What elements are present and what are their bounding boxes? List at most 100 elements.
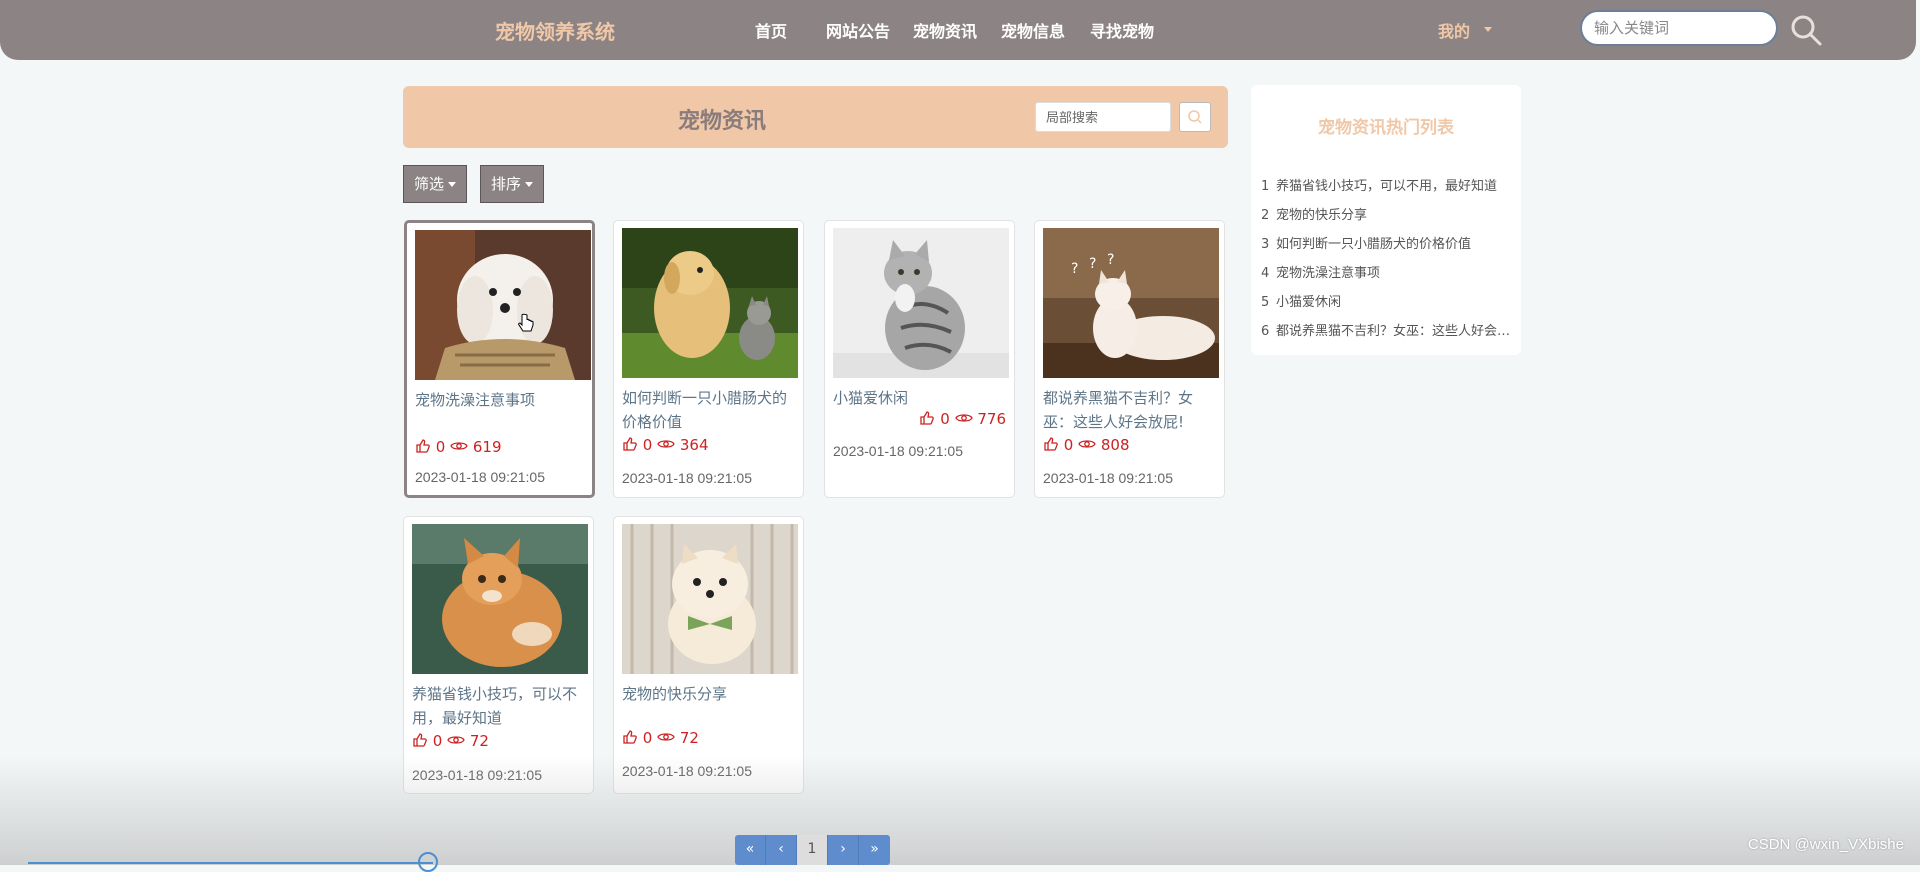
hot-list-rank: 5 — [1261, 295, 1270, 310]
eye-icon — [1078, 440, 1096, 448]
search-input[interactable] — [1580, 10, 1778, 46]
news-card[interactable]: 养猫省钱小技巧，可以不用，最好知道 0 72 2023-01-18 09:21:… — [403, 516, 594, 794]
like-count: 0 — [1063, 436, 1074, 454]
card-title[interactable]: 宠物洗澡注意事项 — [415, 388, 591, 412]
svg-text:?: ? — [1089, 256, 1096, 272]
eye-icon — [450, 442, 468, 450]
page-first-button[interactable]: « — [735, 835, 766, 865]
thumbs-up-icon[interactable] — [622, 436, 638, 452]
card-title[interactable]: 宠物的快乐分享 — [622, 682, 798, 706]
like-count: 0 — [940, 410, 950, 428]
thumbs-up-icon[interactable] — [415, 438, 431, 454]
user-menu[interactable]: 我的 — [1438, 18, 1470, 42]
hot-list-item[interactable]: 2 宠物的快乐分享 — [1261, 204, 1513, 223]
hot-list-item[interactable]: 4 宠物洗澡注意事项 — [1261, 262, 1513, 281]
top-navbar: 宠物领养系统 首页 网站公告 宠物资讯 宠物信息 寻找宠物 我的 — [0, 0, 1916, 60]
page-prev-button[interactable]: ‹ — [766, 835, 797, 865]
nav-home[interactable]: 首页 — [755, 18, 787, 42]
thumbs-up-icon[interactable] — [919, 410, 935, 426]
progress-knob[interactable] — [418, 852, 438, 872]
eye-icon — [447, 736, 465, 744]
view-count: 364 — [679, 436, 709, 454]
hot-list-rank: 6 — [1261, 324, 1270, 339]
card-date: 2023-01-18 09:21:05 — [622, 763, 752, 779]
card-stats: 0 72 — [412, 732, 489, 750]
hot-list-title: 宠物资讯热门列表 — [1318, 118, 1454, 138]
svg-text:?: ? — [1071, 261, 1078, 277]
news-card[interactable]: 小猫爱休闲 0 776 2023-01-18 09:21:05 — [824, 220, 1015, 498]
filter-label: 筛选 — [414, 175, 445, 193]
pagination: « ‹ 1 › » — [735, 835, 890, 865]
hot-list-item[interactable]: 3 如何判断一只小腊肠犬的价格价值 — [1261, 233, 1513, 252]
card-stats: 0 808 — [1043, 436, 1130, 454]
news-card[interactable]: 如何判断一只小腊肠犬的价格价值 0 364 2023-01-18 09:21:0… — [613, 220, 804, 498]
hot-list-text: 小猫爱休闲 — [1276, 295, 1342, 310]
card-stats: 0 776 — [919, 410, 1006, 428]
like-count: 0 — [432, 732, 443, 750]
like-count: 0 — [642, 729, 653, 747]
like-count: 0 — [435, 438, 446, 456]
eye-icon — [657, 440, 675, 448]
local-search-input[interactable] — [1035, 102, 1171, 132]
brand-logo[interactable]: 宠物领养系统 — [495, 16, 615, 45]
search-icon[interactable] — [1788, 12, 1824, 48]
orange-kitten-image — [412, 524, 588, 674]
nav-announcements[interactable]: 网站公告 — [826, 18, 890, 42]
thumbs-up-icon[interactable] — [1043, 436, 1059, 452]
hot-list-item[interactable]: 6 都说养黑猫不吉利？女巫：这些人好会放屁! — [1261, 320, 1513, 339]
card-date: 2023-01-18 09:21:05 — [1043, 470, 1173, 486]
page-next-button[interactable]: › — [828, 835, 859, 865]
card-date: 2023-01-18 09:21:05 — [622, 470, 752, 486]
caret-down-icon — [525, 182, 534, 187]
page-current[interactable]: 1 — [797, 835, 828, 865]
card-title[interactable]: 如何判断一只小腊肠犬的价格价值 — [622, 386, 798, 434]
hot-list-rank: 2 — [1261, 208, 1270, 223]
news-card[interactable]: 宠物洗澡注意事项 0 619 2023-01-18 09:21:05 — [404, 220, 595, 498]
card-stats: 0 364 — [622, 436, 709, 454]
hot-list-item[interactable]: 1 养猫省钱小技巧，可以不用，最好知道 — [1261, 175, 1513, 194]
card-stats: 0 619 — [415, 438, 502, 456]
like-count: 0 — [642, 436, 653, 454]
filter-dropdown[interactable]: 筛选 — [403, 165, 468, 203]
eye-icon — [657, 733, 675, 741]
thumbs-up-icon[interactable] — [622, 729, 638, 745]
card-date: 2023-01-18 09:21:05 — [415, 469, 545, 485]
page-last-button[interactable]: » — [859, 835, 890, 865]
card-title[interactable]: 养猫省钱小技巧，可以不用，最好知道 — [412, 682, 588, 730]
search-icon — [1188, 110, 1202, 124]
view-count: 808 — [1100, 436, 1130, 454]
eye-icon — [954, 414, 973, 422]
pomeranian-image — [622, 524, 798, 674]
bottom-overlay — [0, 755, 1920, 865]
hot-list-text: 都说养黑猫不吉利？女巫：这些人好会放屁! — [1276, 324, 1513, 339]
svg-text:?: ? — [1107, 252, 1114, 268]
thumbs-up-icon[interactable] — [412, 732, 428, 748]
card-title[interactable]: 都说养黑猫不吉利？女巫：这些人好会放屁! — [1043, 386, 1219, 434]
sort-label: 排序 — [491, 175, 522, 193]
view-count: 619 — [472, 438, 502, 456]
sort-dropdown[interactable]: 排序 — [480, 165, 545, 203]
hot-list-text: 如何判断一只小腊肠犬的价格价值 — [1276, 237, 1472, 252]
puppy-and-kitten-image — [622, 228, 798, 378]
news-card[interactable]: 宠物的快乐分享 0 72 2023-01-18 09:21:05 — [613, 516, 804, 794]
tabby-cat-image — [833, 228, 1009, 378]
hot-list-text: 宠物洗澡注意事项 — [1276, 266, 1381, 281]
chevron-down-icon[interactable] — [1484, 27, 1492, 32]
view-count: 72 — [469, 732, 489, 750]
watermark: CSDN @wxin_VXbishe — [1747, 836, 1904, 853]
card-title[interactable]: 小猫爱休闲 — [833, 386, 1009, 410]
nav-pet-info[interactable]: 宠物信息 — [1001, 18, 1065, 42]
nav-find-pet[interactable]: 寻找宠物 — [1090, 18, 1154, 42]
card-stats: 0 72 — [622, 729, 699, 747]
nav-pet-news[interactable]: 宠物资讯 — [913, 18, 977, 42]
view-count: 72 — [679, 729, 699, 747]
news-card[interactable]: ? ? ? 都说养黑猫不吉利？女巫：这些人好会放屁! 0 808 2023-01… — [1034, 220, 1225, 498]
hot-list-text: 宠物的快乐分享 — [1276, 208, 1368, 223]
local-search-button[interactable] — [1179, 102, 1211, 132]
white-cat-question-image: ? ? ? — [1043, 228, 1219, 378]
hot-list-text: 养猫省钱小技巧，可以不用，最好知道 — [1276, 179, 1498, 194]
hot-list-item[interactable]: 5 小猫爱休闲 — [1261, 291, 1513, 310]
hot-list-panel: 宠物资讯热门列表 1 养猫省钱小技巧，可以不用，最好知道 2 宠物的快乐分享 3 如何… — [1251, 85, 1521, 355]
caret-down-icon — [448, 182, 457, 187]
white-puppy-image — [415, 230, 591, 380]
